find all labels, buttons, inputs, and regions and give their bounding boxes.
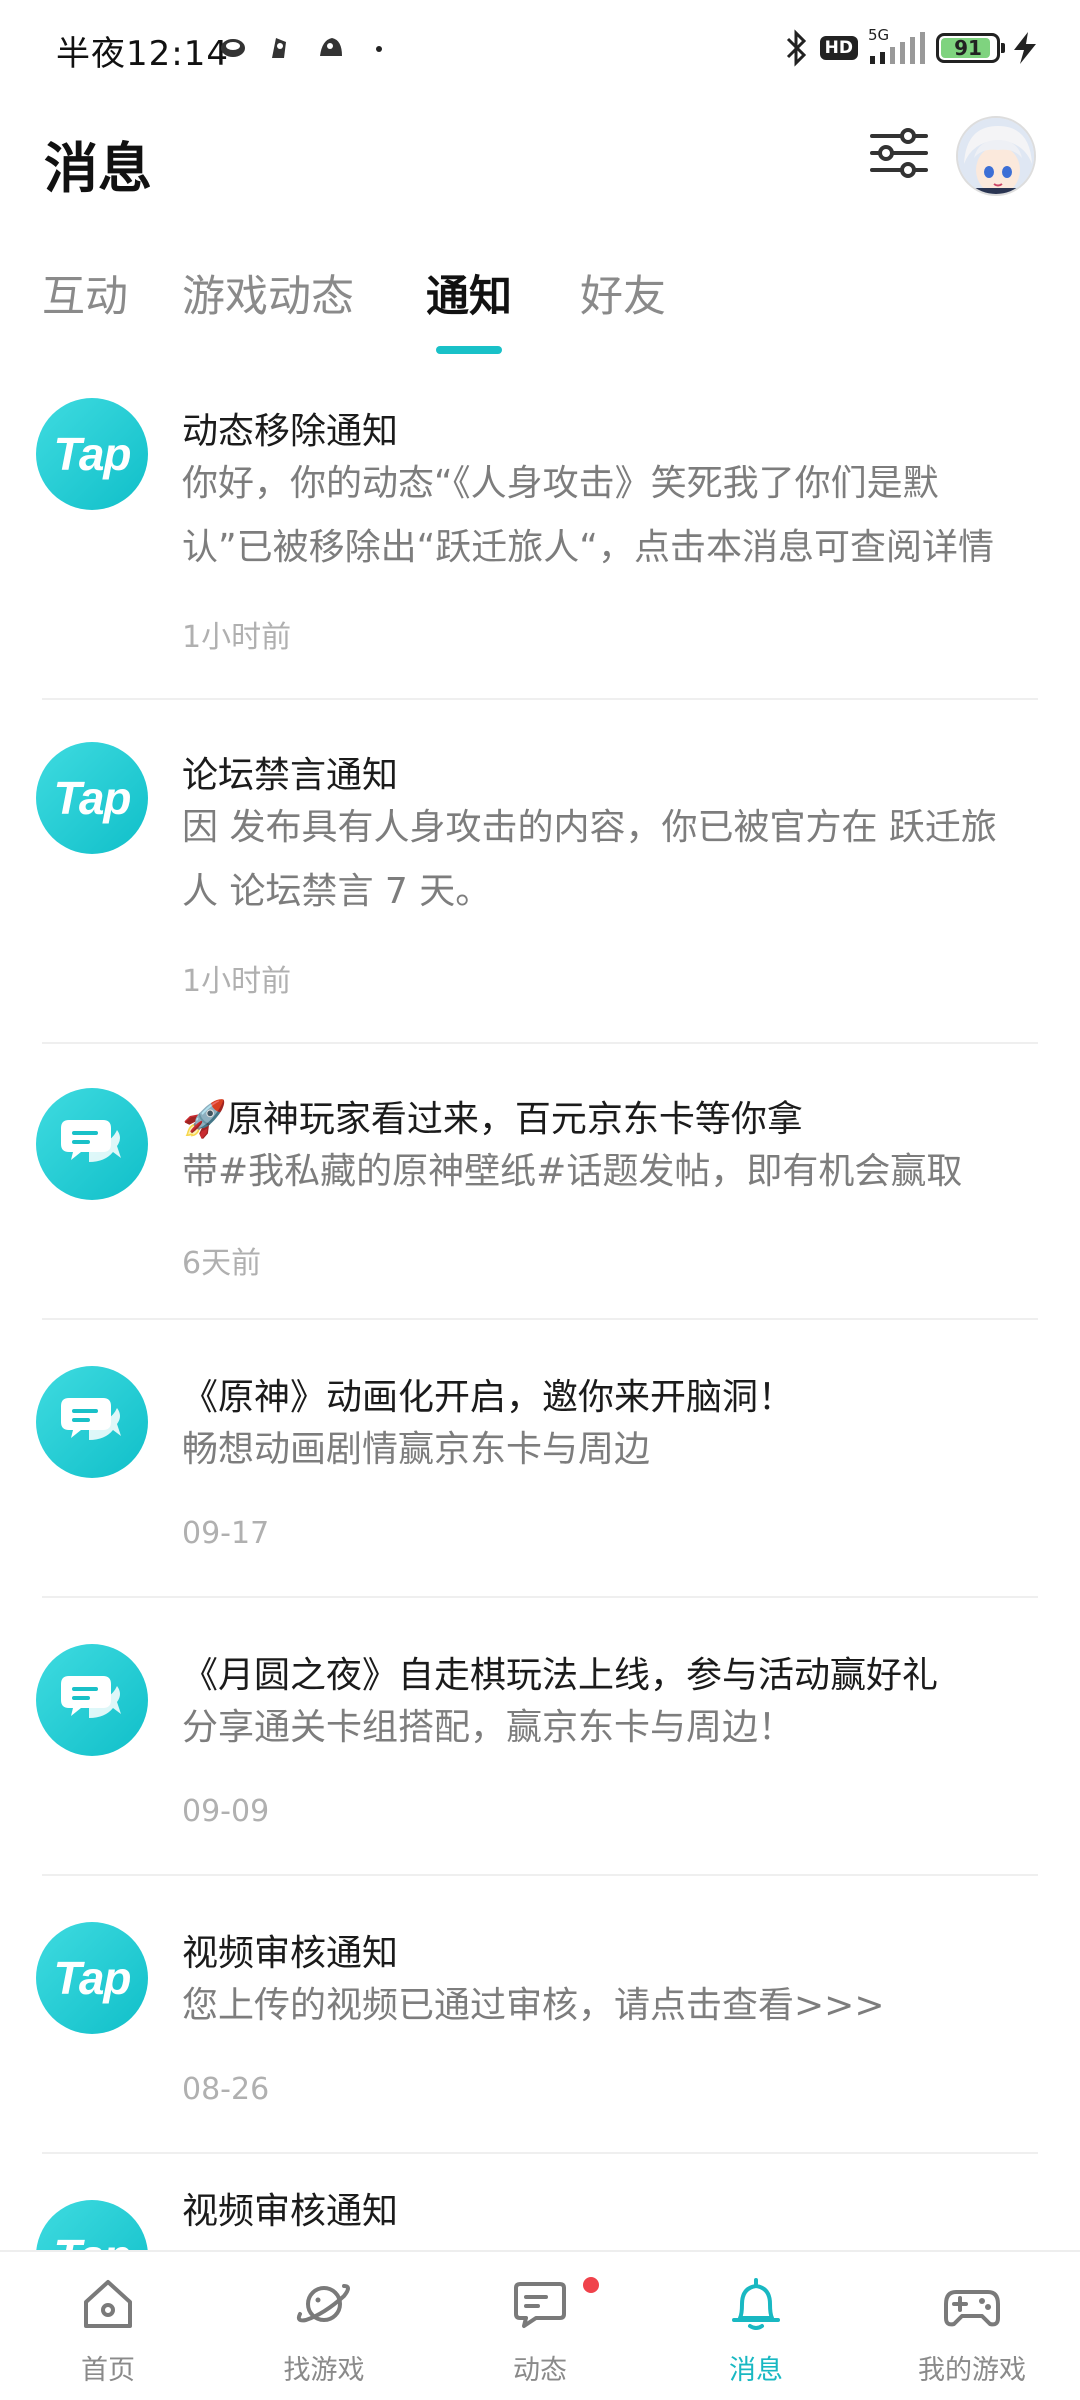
notification-time: 1小时前 <box>182 620 292 655</box>
notification-time: 1小时前 <box>182 964 292 999</box>
tab-friends[interactable]: 好友 <box>580 262 666 324</box>
notification-body: 你好，你的动态“《人身攻击》笑死我了你们是默认”已被移除出“跃迁旅人“，点击本消… <box>182 463 994 568</box>
divider <box>42 2152 1038 2154</box>
nav-my-games[interactable]: 我的游戏 <box>864 2252 1080 2400</box>
nav-home-label: 首页 <box>81 2355 135 2386</box>
notification-title: 🚀原神玩家看过来，百元京东卡等你拿 <box>182 1099 803 1140</box>
app-notification-icon <box>320 38 342 56</box>
unread-badge <box>580 2274 602 2296</box>
tap-logo-icon: Tap <box>36 1922 148 2034</box>
notification-title: 视频审核通知 <box>182 2191 399 2232</box>
notification-item[interactable]: 《原神》动画化开启，邀你来开脑洞！ 畅想动画剧情赢京东卡与周边 09-17 <box>0 1346 1080 1596</box>
notification-body: 因 发布具有人身攻击的内容，你已被官方在 跃迁旅人 论坛禁言 7 天。 <box>182 807 997 912</box>
notification-item[interactable]: Tap 动态移除通知 你好，你的动态“《人身攻击》笑死我了你们是默认”已被移除出… <box>0 380 1080 700</box>
divider <box>42 1318 1038 1320</box>
planet-icon <box>296 2284 350 2323</box>
battery-percent: 91 <box>954 36 982 60</box>
signal-icon: 5G <box>868 26 926 66</box>
page-title: 消息 <box>44 137 152 200</box>
notification-title: 《月圆之夜》自走棋玩法上线，参与活动赢好礼 <box>182 1655 939 1696</box>
nav-find-games-label: 找游戏 <box>283 2355 365 2386</box>
bottom-navigation: 首页 找游戏 动态 消息 我的游戏 <box>0 2250 1080 2400</box>
nav-my-games-label: 我的游戏 <box>918 2355 1026 2386</box>
chat-bubble-icon <box>36 1088 148 1200</box>
tap-logo-icon: Tap <box>36 2200 148 2250</box>
notification-body: 畅想动画剧情赢京东卡与周边 <box>182 1429 651 1470</box>
notification-time: 08-26 <box>182 2072 270 2107</box>
notification-time: 09-17 <box>182 1516 270 1551</box>
tab-notifications[interactable]: 通知 <box>426 262 512 324</box>
bell-icon <box>732 2278 780 2330</box>
bluetooth-icon <box>786 29 806 67</box>
notification-body: 带#我私藏的原神壁纸#话题发帖，即有机会赢取 <box>182 1151 963 1192</box>
nav-home[interactable]: 首页 <box>0 2252 216 2400</box>
nav-messages[interactable]: 消息 <box>648 2252 864 2400</box>
notification-item[interactable]: Tap 视频审核通知 您上传的视频已通过审核，请点击查看>>> 08-26 <box>0 1902 1080 2152</box>
nav-feed-label: 动态 <box>513 2355 567 2386</box>
notification-item[interactable]: Tap 论坛禁言通知 因 发布具有人身攻击的内容，你已被官方在 跃迁旅人 论坛禁… <box>0 724 1080 1044</box>
notification-body: 您上传的视频已通过审核，请点击查看>>> <box>182 1985 885 2026</box>
home-icon <box>84 2280 132 2328</box>
charging-icon <box>1014 32 1036 64</box>
user-avatar[interactable] <box>956 116 1036 196</box>
tap-logo-icon: Tap <box>36 398 148 510</box>
chat-bubble-icon <box>36 1644 148 1756</box>
notification-item[interactable]: 《月圆之夜》自走棋玩法上线，参与活动赢好礼 分享通关卡组搭配，赢京东卡与周边！ … <box>0 1624 1080 1874</box>
filter-settings-icon[interactable] <box>868 122 930 184</box>
app-notification-icon <box>221 39 245 57</box>
nav-messages-label: 消息 <box>729 2355 783 2386</box>
divider <box>42 1596 1038 1598</box>
message-tabs: 互动 游戏动态 通知 好友 <box>0 262 1080 354</box>
nav-feed[interactable]: 动态 <box>432 2252 648 2400</box>
active-tab-indicator <box>436 346 502 354</box>
notification-title: 视频审核通知 <box>182 1933 399 1974</box>
status-right: HD 5G 91 <box>784 26 1040 70</box>
notification-time: 6天前 <box>182 1246 262 1281</box>
notification-title: 《原神》动画化开启，邀你来开脑洞！ <box>182 1377 795 1418</box>
chat-bubble-icon <box>36 1366 148 1478</box>
notification-item[interactable]: 🚀原神玩家看过来，百元京东卡等你拿 带#我私藏的原神壁纸#话题发帖，即有机会赢取… <box>0 1068 1080 1318</box>
app-notification-icon <box>272 38 286 58</box>
divider <box>42 1042 1038 1044</box>
hd-badge: HD <box>819 36 858 60</box>
messages-screen: 半夜12:14 HD 5G 91 消息 互动 游戏动态 通知 好友 Tap 动态… <box>0 0 1080 2400</box>
divider <box>42 1874 1038 1876</box>
notification-title: 动态移除通知 <box>182 411 399 452</box>
tap-logo-icon: Tap <box>36 742 148 854</box>
more-notifications-dot <box>376 46 382 52</box>
notification-body: 分享通关卡组搭配，赢京东卡与周边！ <box>182 1707 795 1748</box>
status-time: 半夜12:14 <box>56 34 229 74</box>
nav-find-games[interactable]: 找游戏 <box>216 2252 432 2400</box>
chat-icon <box>514 2282 566 2328</box>
notification-time: 09-09 <box>182 1794 270 1829</box>
status-bar: 半夜12:14 HD 5G 91 <box>0 0 1080 100</box>
tab-interaction[interactable]: 互动 <box>42 262 128 324</box>
battery-icon: 91 <box>936 33 1005 63</box>
divider <box>42 698 1038 700</box>
notification-title: 论坛禁言通知 <box>182 755 399 796</box>
gamepad-icon <box>944 2290 1000 2327</box>
tab-game-updates[interactable]: 游戏动态 <box>182 262 354 324</box>
notification-item[interactable]: Tap 视频审核通知 <box>0 2180 1080 2250</box>
